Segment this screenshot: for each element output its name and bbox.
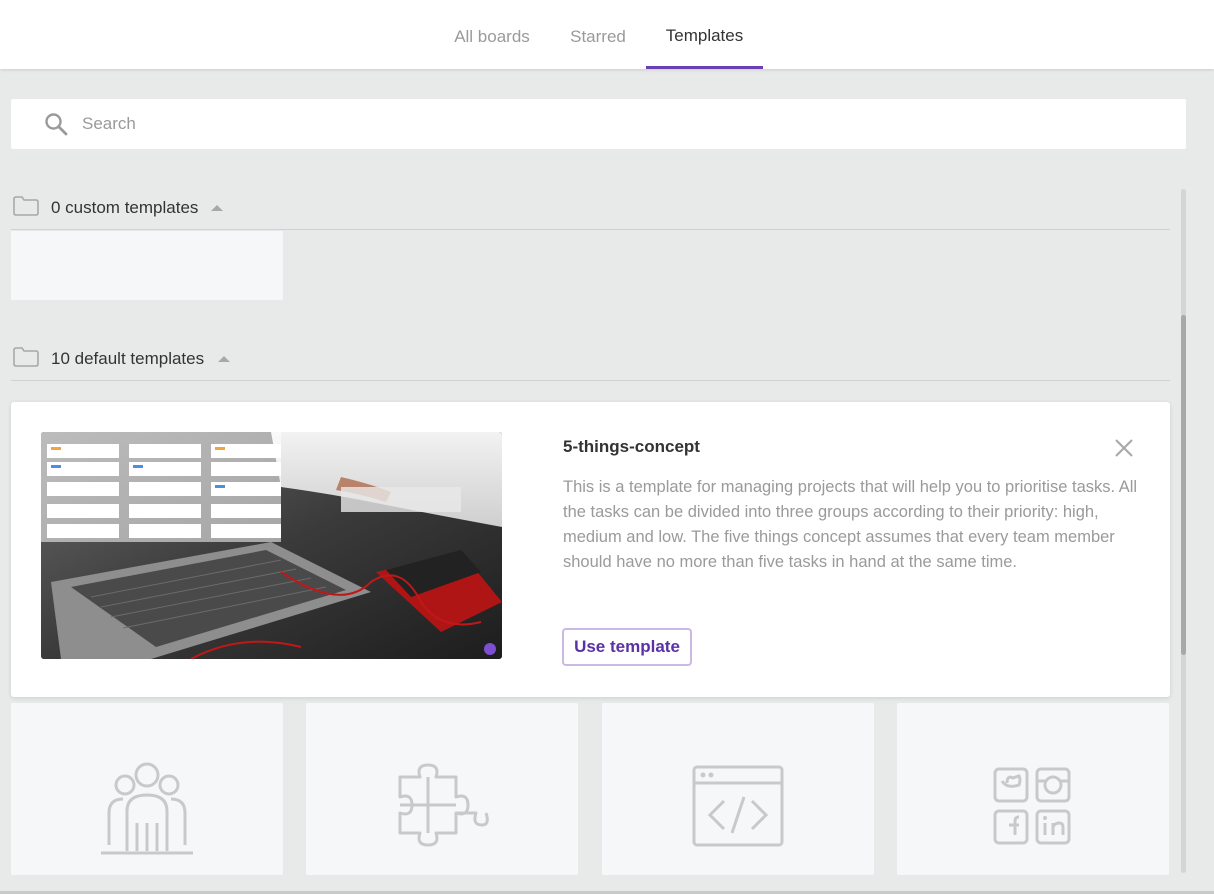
search-icon [45,113,68,136]
default-templates-header[interactable]: 10 default templates [11,341,1170,381]
puzzle-icon [398,763,489,847]
tab-starred[interactable]: Starred [560,0,636,69]
folder-icon [13,196,39,216]
template-preview-image [41,432,502,659]
search-bar [11,99,1186,149]
board-tabs: All boards Starred Templates [0,0,1214,69]
close-icon[interactable] [1111,435,1137,461]
template-card-social[interactable] [897,703,1169,875]
top-nav-bar: All boards Starred Templates [0,0,1214,69]
default-templates-title: 10 default templates [51,349,205,368]
template-detail-panel: 5-things-concept This is a template for … [11,402,1170,697]
template-card-puzzle[interactable] [306,703,578,875]
tab-all-boards[interactable]: All boards [443,0,541,69]
folder-icon [13,347,39,367]
code-window-icon [692,765,784,847]
template-description: This is a template for managing projects… [563,478,1138,571]
template-card-team[interactable] [11,703,283,875]
template-name: 5-things-concept [563,437,700,456]
custom-templates-title: 0 custom templates [51,198,199,217]
tab-templates[interactable]: Templates [646,0,763,69]
use-template-button[interactable]: Use template [562,628,692,666]
template-card-code[interactable] [602,703,874,875]
search-input[interactable] [82,109,1172,139]
social-media-icon [993,767,1071,845]
caret-up-icon[interactable] [211,205,223,211]
scrollbar-thumb[interactable] [1181,315,1186,655]
caret-up-icon[interactable] [218,356,230,362]
team-icon [101,762,193,855]
custom-templates-header[interactable]: 0 custom templates [11,190,1170,230]
custom-template-card[interactable] [11,231,283,300]
